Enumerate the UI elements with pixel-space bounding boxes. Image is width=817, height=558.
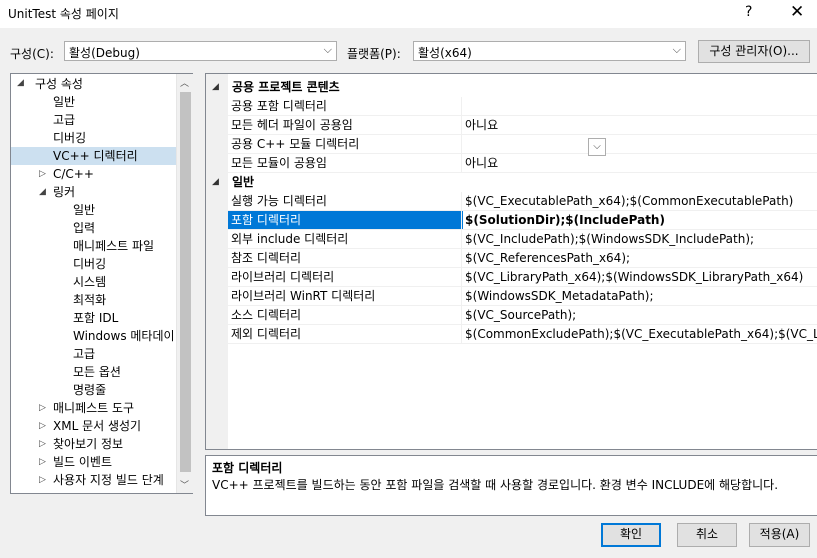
platform-label: 플랫폼(P):	[347, 47, 401, 61]
property-name: 외부 include 디렉터리	[231, 232, 349, 246]
property-row[interactable]: 모든 헤더 파일이 공용임 아니요	[206, 116, 817, 135]
property-value[interactable]: $(VC_SourcePath);	[461, 306, 817, 324]
tree-item[interactable]: Windows 메타데이	[73, 327, 175, 345]
property-name: 모든 헤더 파일이 공용임	[231, 118, 353, 132]
tree-item[interactable]: VC++ 디렉터리	[11, 147, 176, 165]
tree-item[interactable]: 일반	[53, 93, 75, 111]
property-name: 공용 포함 디렉터리	[231, 99, 327, 113]
tree-root[interactable]: 구성 속성	[35, 75, 83, 93]
apply-button[interactable]: 적용(A)	[749, 523, 810, 547]
property-value[interactable]	[461, 97, 817, 115]
tree-item[interactable]: C/C++	[53, 165, 94, 183]
scroll-up-icon[interactable]: ︿	[180, 76, 189, 89]
property-name: 소스 디렉터리	[231, 308, 302, 322]
property-value[interactable]: 아니요	[461, 116, 817, 134]
property-value[interactable]: $(VC_IncludePath);$(WindowsSDK_IncludePa…	[461, 230, 817, 248]
config-label: 구성(C):	[10, 47, 54, 61]
tree-item[interactable]: 디버깅	[53, 129, 86, 147]
scrollbar-thumb[interactable]	[180, 92, 191, 472]
expand-icon[interactable]: ▷	[39, 475, 46, 485]
property-tree[interactable]: ◢ 구성 속성 일반 고급 디버깅 VC++ 디렉터리 C/C++ ▷ 링커 ◢ 일반 입력 매니페…	[10, 73, 193, 494]
help-button[interactable]: ?	[745, 4, 752, 20]
property-value[interactable]: $(WindowsSDK_MetadataPath);	[461, 287, 817, 305]
property-row[interactable]: 라이브러리 WinRT 디렉터리 $(WindowsSDK_MetadataPat…	[206, 287, 817, 306]
property-name: 모든 모듈이 공용임	[231, 156, 327, 170]
tree-item[interactable]: XML 문서 생성기	[53, 417, 141, 435]
tree-item[interactable]: 시스템	[73, 273, 106, 291]
collapse-icon[interactable]: ◢	[17, 78, 24, 88]
tree-item[interactable]: 매니페스트 파일	[73, 237, 154, 255]
collapse-icon[interactable]: ◢	[39, 187, 46, 197]
property-row[interactable]: 참조 디렉터리 $(VC_ReferencesPath_x64);	[206, 249, 817, 268]
category-label: 일반	[232, 175, 255, 189]
property-name: 참조 디렉터리	[231, 251, 302, 265]
tree-scrollbar[interactable]: ︿ ﹀	[176, 74, 193, 493]
property-row[interactable]: 실행 가능 디렉터리 $(VC_ExecutablePath_x64);$(Com…	[206, 192, 817, 211]
title-bar: UnitTest 속성 페이지 ? ✕	[0, 0, 817, 28]
tree-item[interactable]: 링커	[53, 183, 75, 201]
tree-item[interactable]: 사용자 지정 빌드 단계	[53, 471, 164, 489]
config-select[interactable]: 활성(Debug) ⌵	[64, 41, 337, 61]
config-manager-button[interactable]: 구성 관리자(O)...	[698, 40, 810, 63]
tree-item[interactable]: 찾아보기 정보	[53, 435, 123, 453]
property-name: 라이브러리 WinRT 디렉터리	[231, 289, 376, 303]
close-button[interactable]: ✕	[790, 2, 804, 22]
tree-item[interactable]: 매니페스트 도구	[53, 399, 134, 417]
property-name: 공용 C++ 모듈 디렉터리	[231, 137, 360, 151]
expand-icon[interactable]: ▷	[39, 439, 46, 449]
chevron-down-icon: ⌵	[672, 43, 681, 56]
grid-category[interactable]: ◢ 일반	[206, 173, 817, 191]
property-name: 라이브러리 디렉터리	[231, 270, 335, 284]
value-dropdown-button[interactable]: ⌵	[588, 138, 606, 156]
property-row[interactable]: 모든 모듈이 공용임 아니요	[206, 154, 817, 173]
tree-item[interactable]: 모든 옵션	[73, 363, 121, 381]
expand-icon[interactable]: ▷	[39, 421, 46, 431]
property-row[interactable]: 공용 포함 디렉터리	[206, 97, 817, 116]
property-row[interactable]: 외부 include 디렉터리 $(VC_IncludePath);$(Windo…	[206, 230, 817, 249]
property-value[interactable]: $(VC_ReferencesPath_x64);	[461, 249, 817, 267]
tree-item[interactable]: 고급	[53, 111, 75, 129]
grid-category[interactable]: ◢ 공용 프로젝트 콘텐츠	[206, 78, 817, 96]
window-title: UnitTest 속성 페이지	[8, 7, 119, 21]
platform-select[interactable]: 활성(x64) ⌵	[413, 41, 686, 61]
cancel-button[interactable]: 취소	[677, 523, 737, 547]
expand-icon[interactable]: ▷	[39, 457, 46, 467]
property-name: 포함 디렉터리	[228, 211, 463, 229]
description-text: VC++ 프로젝트를 빌드하는 동안 포함 파일을 검색할 때 사용할 경로입니…	[212, 478, 779, 492]
property-grid[interactable]: ◢ 공용 프로젝트 콘텐츠 공용 포함 디렉터리 모든 헤더 파일이 공용임 아니요 공용…	[205, 73, 817, 450]
tree-item[interactable]: 최적화	[73, 291, 106, 309]
expand-icon[interactable]: ▷	[39, 169, 46, 179]
tree-item[interactable]: 명령줄	[73, 381, 106, 399]
property-value[interactable]: $(CommonExcludePath);$(VC_ExecutablePath…	[461, 325, 817, 343]
collapse-icon[interactable]: ◢	[212, 173, 219, 191]
category-label: 공용 프로젝트 콘텐츠	[232, 80, 340, 94]
config-value: 활성(Debug)	[69, 46, 140, 60]
tree-item[interactable]: 입력	[73, 219, 95, 237]
property-value[interactable]: 아니요	[461, 154, 817, 172]
scroll-down-icon[interactable]: ﹀	[180, 478, 189, 491]
description-title: 포함 디렉터리	[212, 461, 283, 475]
property-value[interactable]: $(SolutionDir);$(IncludePath)	[461, 211, 817, 229]
property-row[interactable]: 포함 디렉터리 $(SolutionDir);$(IncludePath)	[206, 211, 817, 230]
property-value[interactable]	[461, 135, 817, 153]
chevron-down-icon: ⌵	[323, 43, 332, 56]
property-value[interactable]: $(VC_LibraryPath_x64);$(WindowsSDK_Libra…	[461, 268, 817, 286]
property-row[interactable]: 라이브러리 디렉터리 $(VC_LibraryPath_x64);$(Window…	[206, 268, 817, 287]
property-row[interactable]: 제외 디렉터리 $(CommonExcludePath);$(VC_Executa…	[206, 325, 817, 344]
tree-item[interactable]: 일반	[73, 201, 95, 219]
platform-value: 활성(x64)	[418, 46, 472, 60]
property-name: 실행 가능 디렉터리	[231, 194, 327, 208]
collapse-icon[interactable]: ◢	[212, 78, 219, 96]
ok-button[interactable]: 확인	[601, 523, 661, 547]
tree-item[interactable]: 포함 IDL	[73, 309, 118, 327]
property-row[interactable]: 공용 C++ 모듈 디렉터리	[206, 135, 817, 154]
property-name: 제외 디렉터리	[231, 327, 302, 341]
property-value[interactable]: $(VC_ExecutablePath_x64);$(CommonExecuta…	[461, 192, 817, 210]
expand-icon[interactable]: ▷	[39, 403, 46, 413]
description-panel: 포함 디렉터리 VC++ 프로젝트를 빌드하는 동안 포함 파일을 검색할 때 …	[205, 455, 817, 516]
tree-item[interactable]: 빌드 이벤트	[53, 453, 112, 471]
tree-item[interactable]: 고급	[73, 345, 95, 363]
tree-item[interactable]: 디버깅	[73, 255, 106, 273]
property-row[interactable]: 소스 디렉터리 $(VC_SourcePath);	[206, 306, 817, 325]
